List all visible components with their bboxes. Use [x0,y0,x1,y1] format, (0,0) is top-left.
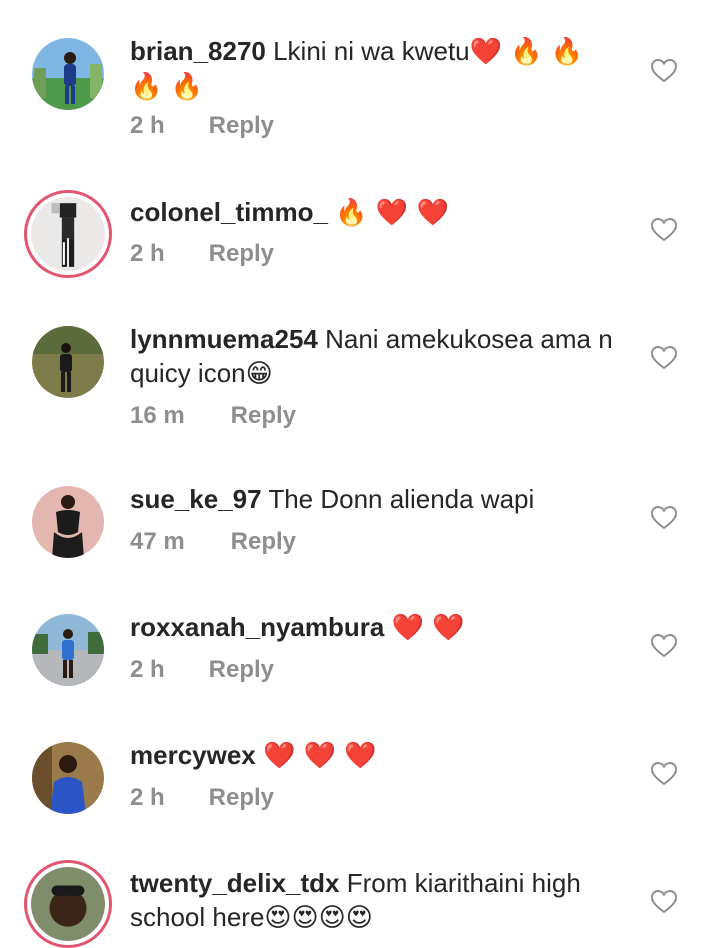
avatar[interactable] [32,486,104,558]
comment-item: twenty_delix_tdx From kiarithaini high s… [0,848,720,948]
heart-outline-icon [651,634,677,658]
comment-emoji: ❤️ ❤️ ❤️ [263,741,377,771]
heart-outline-icon [651,890,677,914]
comment-item: colonel_timmo_ 🔥 ❤️ ❤️ 2 h Reply [0,160,720,300]
comment-text: lynnmuema254 Nani amekukosea ama n quicy… [130,322,630,391]
heart-outline-icon [651,762,677,786]
comment-username[interactable]: mercywex [130,740,256,770]
heart-outline-icon [651,59,677,83]
like-button[interactable] [651,762,677,786]
comment-username[interactable]: roxxanah_nyambura [130,612,384,642]
comment-item: sue_ke_97 The Donn alienda wapi 47 m Rep… [0,460,720,590]
comment-text: colonel_timmo_ 🔥 ❤️ ❤️ [130,195,630,230]
reply-button[interactable]: Reply [231,528,296,555]
comment-text: sue_ke_97 The Donn alienda wapi [130,482,630,517]
avatar-image [32,486,104,558]
comment-emoji: ❤️ ❤️ [391,613,465,643]
comment-username[interactable]: brian_8270 [130,36,266,66]
comment-emoji: 🔥 ❤️ ❤️ [335,198,449,228]
comment-meta: 2 h Reply [130,112,274,140]
comment-emoji: 😍😍😍😍 [264,903,373,933]
avatar[interactable] [32,38,104,110]
like-button[interactable] [651,634,677,658]
reply-button[interactable]: Reply [209,656,274,683]
comment-username[interactable]: colonel_timmo_ [130,197,328,227]
comment-body: The Donn alienda wapi [261,484,535,514]
avatar[interactable] [32,326,104,398]
like-button[interactable] [651,346,677,370]
like-button[interactable] [651,59,677,83]
comment-text: mercywex ❤️ ❤️ ❤️ [130,738,630,773]
comment-emoji: 😁 [245,359,273,389]
like-button[interactable] [651,890,677,914]
avatar-image [32,614,104,686]
comment-timestamp: 2 h [130,784,165,811]
comment-meta: 47 m Reply [130,528,296,556]
comment-meta: 2 h Reply [130,784,274,812]
avatar-image [32,326,104,398]
comment-timestamp: 47 m [130,528,185,555]
heart-outline-icon [651,346,677,370]
like-button[interactable] [651,218,677,242]
avatar-image [32,742,104,814]
avatar-image [32,38,104,110]
comment-username[interactable]: twenty_delix_tdx [130,868,340,898]
avatar[interactable] [32,614,104,686]
reply-button[interactable]: Reply [209,784,274,811]
like-button[interactable] [651,506,677,530]
heart-outline-icon [651,218,677,242]
comment-item: brian_8270 Lkini ni wa kwetu❤️ 🔥 🔥 🔥 🔥 2… [0,0,720,160]
avatar[interactable] [24,860,112,948]
comment-body: Lkini ni wa kwetu [265,36,470,66]
comment-item: lynnmuema254 Nani amekukosea ama n quicy… [0,300,720,460]
comment-timestamp: 2 h [130,656,165,683]
avatar-image [31,197,105,271]
comment-username[interactable]: sue_ke_97 [130,484,262,514]
comment-item: roxxanah_nyambura ❤️ ❤️ 2 h Reply [0,590,720,718]
comment-meta: 16 m Reply [130,402,296,430]
comment-timestamp: 2 h [130,240,165,267]
comment-text: twenty_delix_tdx From kiarithaini high s… [130,866,630,935]
heart-outline-icon [651,506,677,530]
avatar[interactable] [24,190,112,278]
comment-item: mercywex ❤️ ❤️ ❤️ 2 h Reply [0,718,720,848]
comment-meta: 2 h Reply [130,656,274,684]
reply-button[interactable]: Reply [231,402,296,429]
comment-body [256,740,263,770]
comment-username[interactable]: lynnmuema254 [130,324,318,354]
avatar[interactable] [32,742,104,814]
comment-meta: 2 h Reply [130,240,274,268]
comment-text: brian_8270 Lkini ni wa kwetu❤️ 🔥 🔥 🔥 🔥 [130,34,630,104]
comment-timestamp: 16 m [130,402,185,429]
reply-button[interactable]: Reply [209,240,274,267]
comment-body [384,612,391,642]
reply-button[interactable]: Reply [209,112,274,139]
comment-text: roxxanah_nyambura ❤️ ❤️ [130,610,630,645]
avatar-image [31,867,105,941]
comment-timestamp: 2 h [130,112,165,139]
